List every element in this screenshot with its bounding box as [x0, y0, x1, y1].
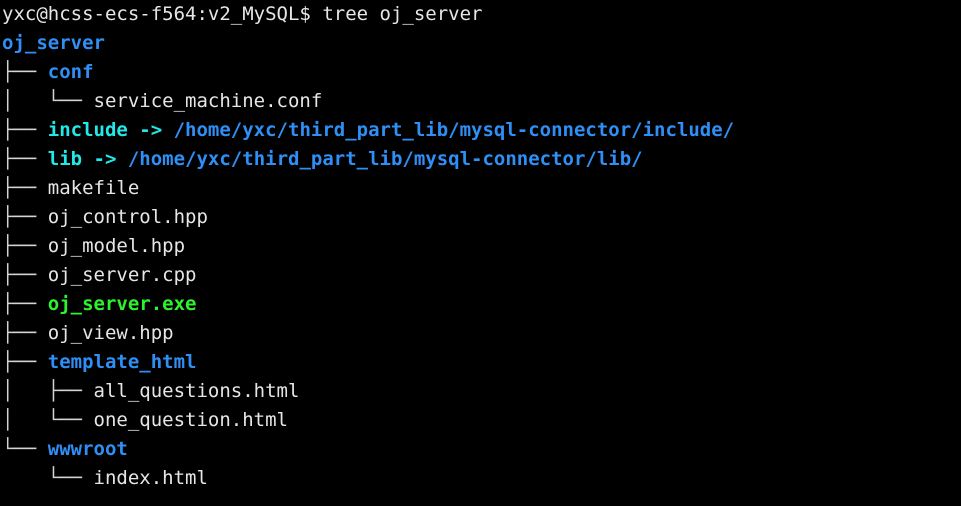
prompt-command: tree oj_server: [322, 3, 483, 25]
tree-entry-line: ├── conf: [0, 58, 961, 87]
tree-entry-line: ├── oj_server.exe: [0, 290, 961, 319]
tree-entry-name-executable: oj_server.exe: [47, 293, 197, 315]
tree-entry-line: ├── oj_control.hpp: [0, 203, 961, 232]
tree-entry-line: ├── makefile: [0, 174, 961, 203]
tree-branch-glyph: │ └──: [2, 90, 94, 112]
tree-branch-glyph: ├──: [2, 148, 48, 170]
prompt-user-host-path: yxc@hcss-ecs-f564:v2_MySQL: [2, 3, 300, 25]
prompt-symbol: $: [299, 3, 311, 25]
tree-entry-name-directory: template_html: [47, 351, 197, 373]
terminal-window[interactable]: yxc@hcss-ecs-f564:v2_MySQL$ tree oj_serv…: [0, 0, 961, 506]
tree-entry-line: │ ├── all_questions.html: [0, 377, 961, 406]
tree-entry-name-symlink: lib: [47, 148, 83, 170]
tree-branch-glyph: └──: [2, 438, 48, 460]
tree-entries-list: ├── conf │ └── service_machine.conf ├── in…: [0, 58, 961, 493]
tree-branch-glyph: ├──: [2, 177, 48, 199]
tree-entry-name-file: index.html: [93, 467, 208, 489]
tree-branch-glyph: └──: [2, 467, 94, 489]
tree-entry-line: └── wwwroot: [0, 435, 961, 464]
tree-entry-line: └── index.html: [0, 464, 961, 493]
tree-entry-name-file: service_machine.conf: [93, 90, 323, 112]
tree-entry-line: │ └── service_machine.conf: [0, 87, 961, 116]
tree-entry-name-file: oj_view.hpp: [47, 322, 174, 344]
tree-branch-glyph: ├──: [2, 293, 48, 315]
tree-root-line: oj_server: [0, 29, 961, 58]
tree-branch-glyph: │ └──: [2, 409, 94, 431]
tree-branch-glyph: ├──: [2, 206, 48, 228]
tree-entry-name-directory: conf: [47, 61, 94, 83]
tree-branch-glyph: ├──: [2, 119, 48, 141]
tree-entry-line: ├── template_html: [0, 348, 961, 377]
tree-branch-glyph: ├──: [2, 322, 48, 344]
symlink-arrow: ->: [127, 119, 174, 141]
tree-root-name: oj_server: [2, 32, 105, 54]
tree-entry-line: ├── oj_view.hpp: [0, 319, 961, 348]
tree-entry-line: ├── include -> /home/yxc/third_part_lib/…: [0, 116, 961, 145]
tree-branch-glyph: ├──: [2, 351, 48, 373]
tree-entry-name-file: oj_server.cpp: [47, 264, 197, 286]
tree-entry-name-file: one_question.html: [93, 409, 288, 431]
tree-branch-glyph: ├──: [2, 235, 48, 257]
tree-branch-glyph: │ ├──: [2, 380, 94, 402]
tree-branch-glyph: ├──: [2, 264, 48, 286]
symlink-arrow: ->: [82, 148, 128, 170]
tree-branch-glyph: ├──: [2, 61, 48, 83]
tree-entry-name-symlink: include: [47, 119, 128, 141]
tree-entry-line: ├── lib -> /home/yxc/third_part_lib/mysq…: [0, 145, 961, 174]
tree-entry-name-file: oj_model.hpp: [47, 235, 186, 257]
tree-entry-line: ├── oj_server.cpp: [0, 261, 961, 290]
tree-entry-name-file: all_questions.html: [93, 380, 300, 402]
tree-entry-line: │ └── one_question.html: [0, 406, 961, 435]
tree-entry-name-file: oj_control.hpp: [47, 206, 208, 228]
tree-entry-line: ├── oj_model.hpp: [0, 232, 961, 261]
symlink-target-path: /home/yxc/third_part_lib/mysql-connector…: [173, 119, 735, 141]
prompt-line: yxc@hcss-ecs-f564:v2_MySQL$ tree oj_serv…: [0, 0, 961, 29]
tree-entry-name-file: makefile: [47, 177, 140, 199]
symlink-target-path: /home/yxc/third_part_lib/mysql-connector…: [127, 148, 643, 170]
tree-entry-name-directory: wwwroot: [47, 438, 128, 460]
